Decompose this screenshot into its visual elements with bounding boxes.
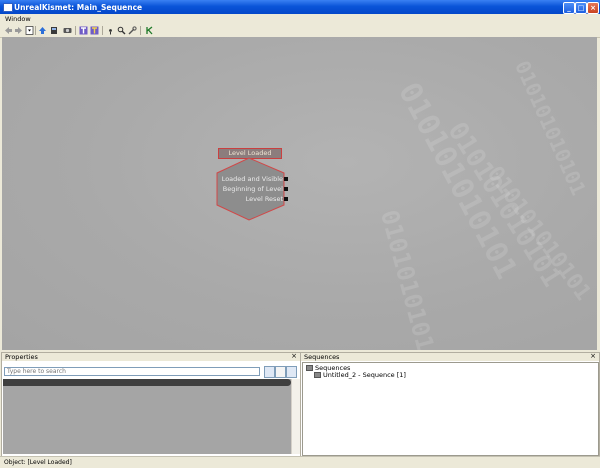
output-port[interactable] — [284, 187, 288, 191]
toolbar — [0, 24, 600, 38]
properties-title: Properties — [5, 353, 38, 361]
level-loaded-node[interactable]: Loaded and Visible Beginning of Level Le… — [216, 157, 288, 223]
sequences-header: Sequences × — [301, 352, 599, 361]
toolbar-separator — [140, 26, 141, 35]
property-category-bar[interactable] — [3, 379, 291, 386]
properties-search-input[interactable] — [4, 367, 260, 376]
up-arrow-icon[interactable] — [38, 26, 47, 35]
menu-bar: Window — [0, 14, 600, 24]
zoom-icon[interactable] — [117, 26, 126, 35]
kismet-k-icon[interactable] — [145, 26, 154, 35]
dropdown-icon[interactable] — [25, 26, 34, 35]
tree-item-untitled-2[interactable]: Untitled_2 - Sequence [1] — [323, 371, 406, 379]
tools-icon[interactable] — [128, 26, 137, 35]
toolbar-separator — [35, 26, 36, 35]
minimize-button[interactable]: _ — [563, 2, 575, 14]
watermark-binary: 010101010101 — [374, 207, 447, 350]
properties-scrollbar[interactable] — [291, 379, 300, 454]
clear-search-icon[interactable] — [275, 366, 286, 378]
menu-window[interactable]: Window — [5, 15, 31, 23]
properties-header: Properties × — [2, 352, 300, 361]
status-bar: Object: [Level Loaded] — [0, 456, 600, 468]
text-tool-icon[interactable] — [79, 26, 88, 35]
output-level-reset: Level Reset — [245, 195, 283, 203]
toolbar-separator — [102, 26, 103, 35]
sequences-title: Sequences — [304, 353, 340, 361]
title-bar: UnrealKismet: Main_Sequence _ □ × — [0, 0, 600, 14]
status-text: Object: [Level Loaded] — [4, 459, 72, 466]
sequence-icon — [314, 372, 321, 378]
search-small-icon[interactable] — [106, 26, 115, 35]
forward-arrow-icon[interactable] — [14, 26, 23, 35]
open-icon[interactable] — [50, 26, 59, 35]
app-icon — [3, 3, 13, 12]
maximize-button[interactable]: □ — [575, 2, 587, 14]
search-icon[interactable] — [264, 366, 275, 378]
properties-grid — [3, 379, 300, 454]
kismet-canvas[interactable]: 010101010101 010101010101 010101010101 0… — [2, 37, 597, 350]
output-port[interactable] — [284, 197, 288, 201]
output-beginning-of-level: Beginning of Level — [222, 185, 283, 193]
back-arrow-icon[interactable] — [4, 26, 13, 35]
filter-icon[interactable] — [286, 366, 297, 378]
sequences-close-icon[interactable]: × — [590, 352, 596, 360]
properties-close-icon[interactable]: × — [291, 352, 297, 360]
close-button[interactable]: × — [587, 2, 599, 14]
text-tool-2-icon[interactable] — [90, 26, 99, 35]
camera-icon[interactable] — [63, 26, 72, 35]
toolbar-separator — [75, 26, 76, 35]
watermark-binary: 010101010101 — [510, 57, 591, 199]
sequences-tree: Sequences Untitled_2 - Sequence [1] — [302, 362, 599, 456]
output-port[interactable] — [284, 177, 288, 181]
output-loaded-and-visible: Loaded and Visible — [221, 175, 283, 183]
window-title: UnrealKismet: Main_Sequence — [14, 3, 143, 12]
folder-icon — [306, 365, 313, 371]
